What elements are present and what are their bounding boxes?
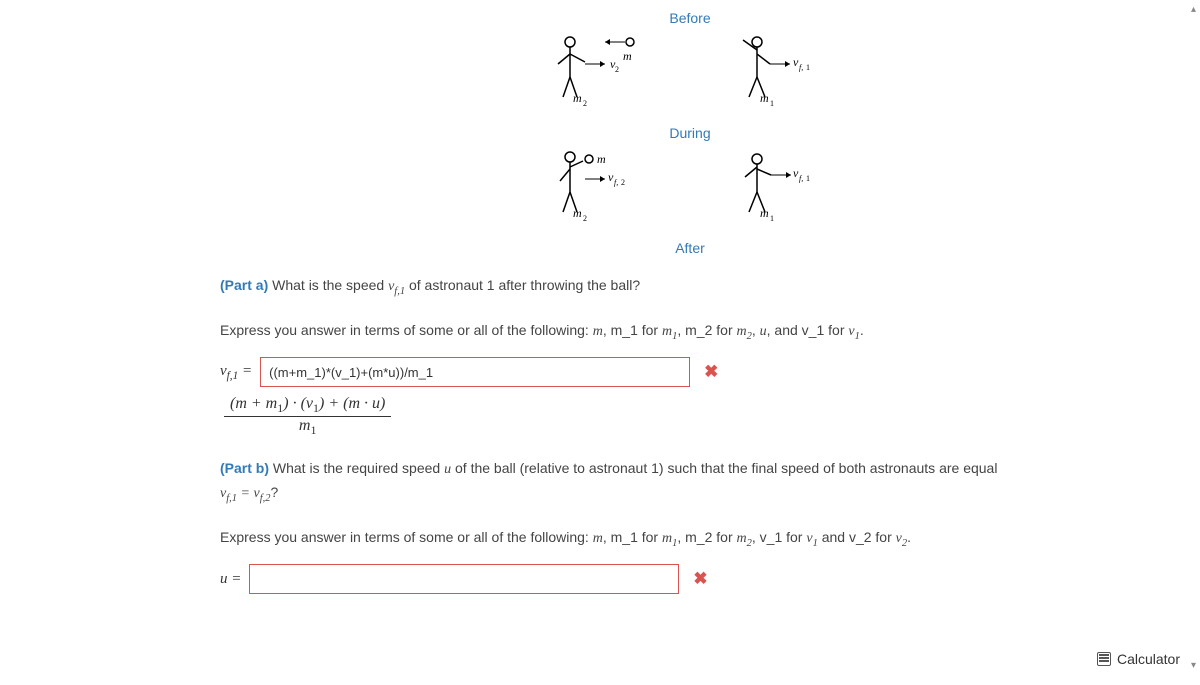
part-a-answer-row: vf,1 = ✖ xyxy=(220,357,1160,387)
diagram-label-during: During xyxy=(220,125,1160,141)
calculator-button[interactable]: Calculator xyxy=(1097,651,1180,667)
diagram-label-before: Before xyxy=(220,10,1160,26)
svg-text:m: m xyxy=(760,206,769,220)
stick-figure-before-left: v 2 m m 2 xyxy=(555,32,645,112)
svg-text:1: 1 xyxy=(806,63,810,72)
svg-text:1: 1 xyxy=(770,99,774,108)
part-b-express: Express you answer in terms of some or a… xyxy=(220,526,1160,553)
scroll-up-icon[interactable]: ▴ xyxy=(1191,4,1196,15)
diagram-after: After xyxy=(220,240,1160,256)
svg-text:m: m xyxy=(597,152,606,166)
part-b-prefix: (Part b) xyxy=(220,460,269,476)
stick-figure-during-left: m v f, 2 m 2 xyxy=(555,147,645,227)
part-b-answer-row: u = ✖ xyxy=(220,564,1160,594)
part-a-var-label: vf,1 = xyxy=(220,363,252,382)
svg-text:2: 2 xyxy=(583,99,587,108)
stick-figure-during-right: v f, 1 m 1 xyxy=(735,147,825,227)
svg-text:1: 1 xyxy=(806,174,810,183)
svg-text:2: 2 xyxy=(615,65,619,74)
incorrect-icon: ✖ xyxy=(693,569,707,589)
diagram-label-after: After xyxy=(220,240,1160,256)
diagram-during: During m v f, 2 m 2 xyxy=(220,125,1160,230)
part-b-var-label: u = xyxy=(220,571,241,588)
svg-text:f,: f, xyxy=(799,63,803,72)
part-b-input[interactable] xyxy=(249,564,679,594)
svg-text:m: m xyxy=(760,91,769,105)
svg-text:f,: f, xyxy=(614,178,618,187)
svg-text:m: m xyxy=(573,91,582,105)
svg-text:m: m xyxy=(623,49,632,63)
part-a-express: Express you answer in terms of some or a… xyxy=(220,319,1160,346)
svg-text:1: 1 xyxy=(770,214,774,223)
scroll-down-icon[interactable]: ▾ xyxy=(1191,660,1196,671)
svg-text:m: m xyxy=(573,206,582,220)
incorrect-icon: ✖ xyxy=(704,362,718,382)
svg-text:2: 2 xyxy=(583,214,587,223)
part-b-question: (Part b) What is the required speed u of… xyxy=(220,457,1160,508)
main-content: Before v 2 m m 2 xyxy=(220,10,1160,594)
part-a-rendered-formula: (m + m1) · (v1) + (m · u) m1 xyxy=(224,395,1160,438)
part-a-question: (Part a) What is the speed vf,1 of astro… xyxy=(220,274,1160,301)
stick-figure-before-right: v f, 1 m 1 xyxy=(735,32,825,112)
svg-text:f,: f, xyxy=(799,174,803,183)
part-a-prefix: (Part a) xyxy=(220,277,268,293)
calculator-icon xyxy=(1097,652,1111,666)
svg-text:2: 2 xyxy=(621,178,625,187)
part-a-input[interactable] xyxy=(260,357,690,387)
calculator-label: Calculator xyxy=(1117,651,1180,667)
diagram-before: Before v 2 m m 2 xyxy=(220,10,1160,115)
